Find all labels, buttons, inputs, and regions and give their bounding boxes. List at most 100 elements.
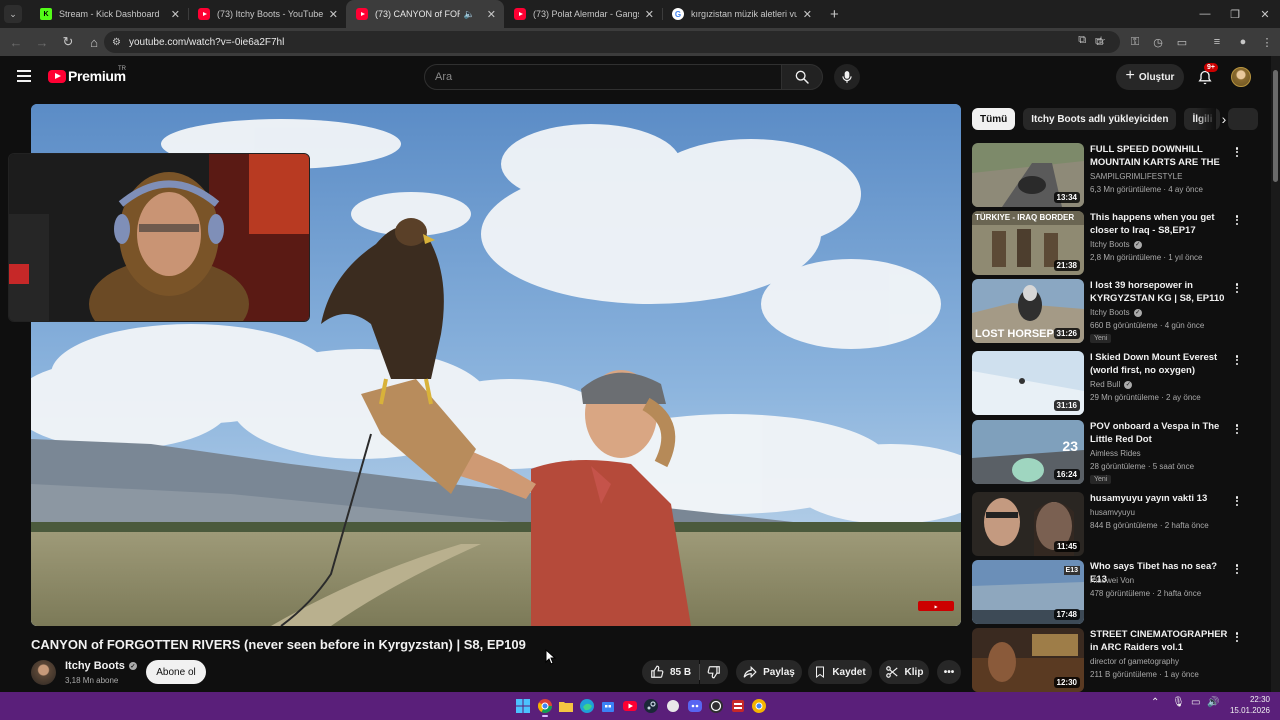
key-icon[interactable]: ⚿ xyxy=(1124,28,1146,56)
channel-name[interactable]: Red Bull ✓ xyxy=(1090,380,1133,389)
share-button[interactable]: Paylaş xyxy=(736,660,802,684)
system-clock[interactable]: 22:30 15.01.2026 xyxy=(1222,694,1270,716)
save-button[interactable]: Kaydet xyxy=(808,660,872,684)
account-avatar[interactable] xyxy=(1231,67,1251,87)
close-tab-icon[interactable]: ✕ xyxy=(171,8,180,21)
more-vertical-icon[interactable] xyxy=(1232,281,1242,295)
edge-icon[interactable] xyxy=(578,697,596,715)
voice-search-button[interactable] xyxy=(834,64,860,90)
back-icon[interactable]: ← xyxy=(4,30,28,54)
video-title[interactable]: I lost 39 horsepower in KYRGYZSTAN KG | … xyxy=(1090,279,1230,305)
forward-icon[interactable]: → xyxy=(30,30,54,54)
like-button[interactable]: 85 B xyxy=(642,660,699,684)
video-title[interactable]: husamyuyu yayın vakti 13 xyxy=(1090,492,1230,505)
channel-name[interactable]: SAMPILGRIMLIFESTYLE xyxy=(1090,172,1182,181)
more-vertical-icon[interactable] xyxy=(1232,562,1242,576)
subscribe-button[interactable]: Abone ol xyxy=(146,660,206,684)
more-vertical-icon[interactable] xyxy=(1232,422,1242,436)
maximize-icon[interactable]: ❐ xyxy=(1220,0,1250,28)
close-tab-icon[interactable]: ✕ xyxy=(803,8,812,21)
channel-name[interactable]: husamvyuyu xyxy=(1090,508,1135,517)
recommended-video[interactable]: 13:34 FULL SPEED DOWNHILL MOUNTAIN KARTS… xyxy=(972,143,1252,207)
speaker-icon[interactable]: 🔈 xyxy=(464,9,475,20)
close-tab-icon[interactable]: ✕ xyxy=(487,8,496,21)
recommended-video[interactable]: 23 16:24 POV onboard a Vespa in The Litt… xyxy=(972,420,1252,484)
recommended-video[interactable]: 12:30 STREET CINEMATOGRAPHER in ARC Raid… xyxy=(972,628,1252,692)
video-title[interactable]: FULL SPEED DOWNHILL MOUNTAIN KARTS ARE T… xyxy=(1090,143,1230,169)
chrome-profile-icon[interactable] xyxy=(750,697,768,715)
scrollbar-thumb[interactable] xyxy=(1273,70,1278,182)
browser-tab[interactable]: (73) Itchy Boots - YouTube ✕ xyxy=(188,0,346,28)
windows-start-icon[interactable] xyxy=(514,697,532,715)
more-vertical-icon[interactable] xyxy=(1232,630,1242,644)
menu-icon[interactable] xyxy=(17,70,31,82)
profile-icon[interactable]: ● xyxy=(1232,28,1254,56)
video-thumbnail[interactable]: 12:30 xyxy=(972,628,1084,692)
close-tab-icon[interactable]: ✕ xyxy=(645,8,654,21)
channel-name[interactable]: Xiaowei Von xyxy=(1090,576,1134,585)
install-app-icon[interactable]: ⧉ xyxy=(1078,34,1086,47)
channel-name[interactable]: Aimless Rides xyxy=(1090,449,1141,458)
channel-name[interactable]: director of gametography xyxy=(1090,657,1179,666)
more-vertical-icon[interactable] xyxy=(1232,213,1242,227)
page-scrollbar[interactable] xyxy=(1271,56,1280,692)
discord-icon[interactable] xyxy=(686,697,704,715)
extensions-icon[interactable]: ⧉ xyxy=(1088,28,1110,56)
youtube-app-icon[interactable] xyxy=(621,697,639,715)
more-vertical-icon[interactable] xyxy=(1232,145,1242,159)
close-window-icon[interactable]: ✕ xyxy=(1250,0,1280,28)
browser-menu-icon[interactable]: ⋮ xyxy=(1256,28,1278,56)
video-thumbnail[interactable]: 23 16:24 xyxy=(972,420,1084,484)
chevron-right-icon[interactable]: › xyxy=(1214,109,1234,129)
recommended-video[interactable]: E13 17:48 Who says Tibet has no sea? E13… xyxy=(972,560,1252,624)
browser-tab[interactable]: G kırgızistan müzik aletleri vurmalı ✕ xyxy=(662,0,820,28)
new-tab-button[interactable]: + xyxy=(830,6,839,23)
browser-tab[interactable]: (73) Polat Alemdar - Gangsta's Paradise … xyxy=(504,0,662,28)
history-icon[interactable]: ◷ xyxy=(1147,28,1169,56)
network-icon[interactable]: ▭ xyxy=(1191,697,1200,708)
subscribe-watermark[interactable]: ▶ xyxy=(918,601,954,611)
video-thumbnail[interactable]: 13:34 xyxy=(972,143,1084,207)
video-thumbnail[interactable]: LOST HORSEPO 31:26 xyxy=(972,279,1084,343)
more-vertical-icon[interactable] xyxy=(1232,494,1242,508)
home-icon[interactable]: ⌂ xyxy=(82,30,106,54)
youtube-logo[interactable]: Premium TR xyxy=(48,66,126,84)
obs-icon[interactable] xyxy=(707,697,725,715)
media-controls-icon[interactable]: ≡ xyxy=(1206,28,1228,56)
app-white-icon[interactable] xyxy=(664,697,682,715)
chevron-up-icon[interactable]: ⌃ xyxy=(1151,697,1159,708)
recommended-video[interactable]: LOST HORSEPO 31:26 I lost 39 horsepower … xyxy=(972,279,1252,343)
search-input[interactable] xyxy=(435,71,781,83)
chip-all[interactable]: Tümü xyxy=(972,108,1016,130)
more-actions-button[interactable]: ••• xyxy=(937,660,961,684)
close-tab-icon[interactable]: ✕ xyxy=(329,8,338,21)
search-button[interactable] xyxy=(781,64,823,90)
browser-tab[interactable]: K Stream - Kick Dashboard ✕ xyxy=(30,0,188,28)
channel-avatar[interactable] xyxy=(31,660,56,685)
chrome-icon[interactable] xyxy=(536,697,554,715)
store-icon[interactable] xyxy=(599,697,617,715)
recommended-video[interactable]: TÜRKIYE - IRAQ BORDER 21:38 This happens… xyxy=(972,211,1252,275)
channel-name-link[interactable]: Itchy Boots ✓ xyxy=(65,660,137,672)
video-title[interactable]: I Skied Down Mount Everest (world first,… xyxy=(1090,351,1230,377)
video-thumbnail[interactable]: TÜRKIYE - IRAQ BORDER 21:38 xyxy=(972,211,1084,275)
microphone-tray-icon[interactable]: 🎙 xyxy=(1172,697,1185,708)
volume-icon[interactable]: 🔊 xyxy=(1207,697,1219,708)
video-title[interactable]: STREET CINEMATOGRAPHER in ARC Raiders vo… xyxy=(1090,628,1230,654)
address-bar[interactable]: ⚙ youtube.com/watch?v=-0ie6a2F7hl ⧉ ☆ xyxy=(104,31,1120,53)
video-thumbnail[interactable]: 11:45 xyxy=(972,492,1084,556)
dislike-button[interactable] xyxy=(700,660,728,684)
recommended-video[interactable]: 11:45 husamyuyu yayın vakti 13 husamvyuy… xyxy=(972,492,1252,556)
devices-icon[interactable]: ▭ xyxy=(1171,28,1193,56)
browser-tab-active[interactable]: (73) CANYON of FORGOTTEN RIVERS 🔈 ✕ xyxy=(346,0,504,28)
chip-from-uploader[interactable]: Itchy Boots adlı yükleyiciden xyxy=(1023,108,1177,130)
app-red-icon[interactable] xyxy=(729,697,747,715)
tab-search-button[interactable]: ⌄ xyxy=(4,5,22,23)
site-info-icon[interactable]: ⚙ xyxy=(112,37,121,48)
channel-name[interactable]: Itchy Boots ✓ xyxy=(1090,308,1142,317)
steam-icon[interactable] xyxy=(642,697,660,715)
video-title[interactable]: This happens when you get closer to Iraq… xyxy=(1090,211,1230,237)
clip-button[interactable]: Klip xyxy=(879,660,929,684)
reload-icon[interactable]: ↻ xyxy=(56,30,80,54)
more-vertical-icon[interactable] xyxy=(1232,353,1242,367)
